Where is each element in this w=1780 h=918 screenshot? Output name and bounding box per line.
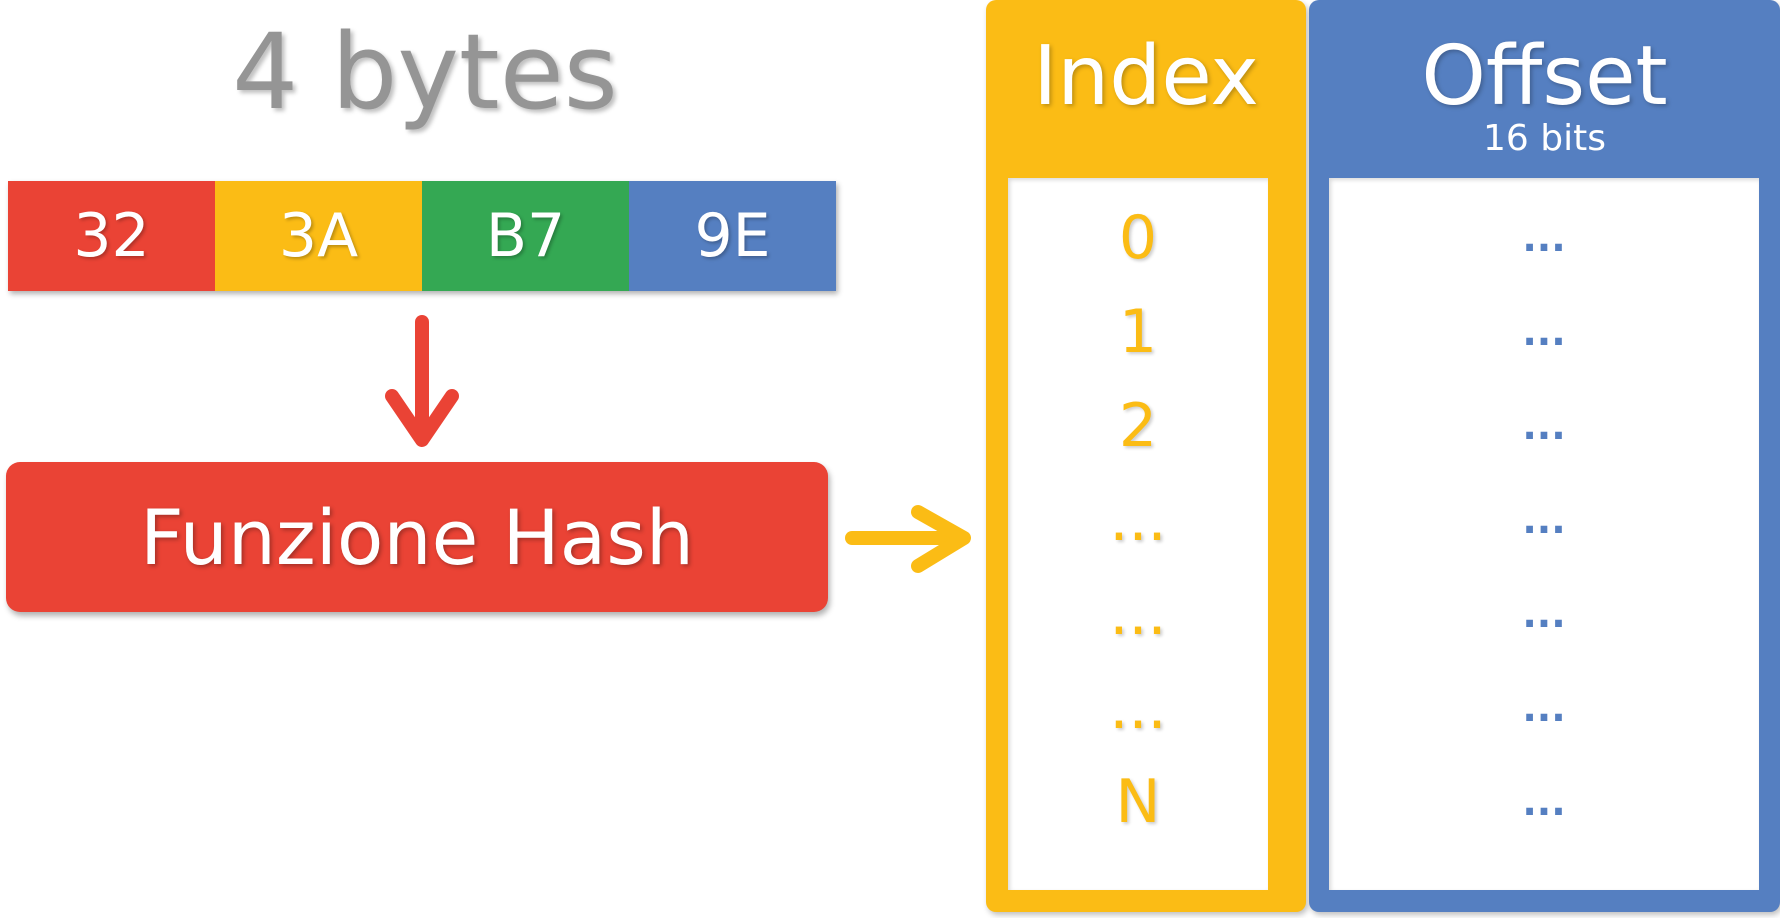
offset-row: ... [1522, 216, 1566, 260]
offset-row: ... [1522, 498, 1566, 542]
index-row: ... [1109, 579, 1167, 649]
offset-row: ... [1522, 686, 1566, 730]
index-row: ... [1109, 673, 1167, 743]
offset-row: ... [1522, 592, 1566, 636]
offset-column-body: ..................... [1329, 178, 1759, 890]
offset-subheader: 16 bits [1483, 118, 1606, 159]
index-column-body: 0 1 2......... N [1008, 178, 1268, 890]
down-arrow-icon [385, 315, 459, 447]
index-row: 0 [1118, 203, 1158, 273]
offset-column: Offset 16 bits ..................... [1309, 0, 1780, 912]
offset-header: Offset [1421, 29, 1668, 124]
right-arrow-icon [845, 505, 971, 573]
index-row: 2 [1118, 391, 1158, 461]
index-column: Index 0 1 2......... N [986, 0, 1306, 912]
index-row: ... [1109, 485, 1167, 555]
offset-row: ... [1522, 310, 1566, 354]
index-row: N [1115, 767, 1161, 837]
hash-function-box: Funzione Hash [6, 462, 828, 612]
index-row: 1 [1118, 297, 1158, 367]
offset-row: ... [1522, 404, 1566, 448]
offset-row: ... [1522, 780, 1566, 824]
index-header: Index [1033, 29, 1259, 124]
